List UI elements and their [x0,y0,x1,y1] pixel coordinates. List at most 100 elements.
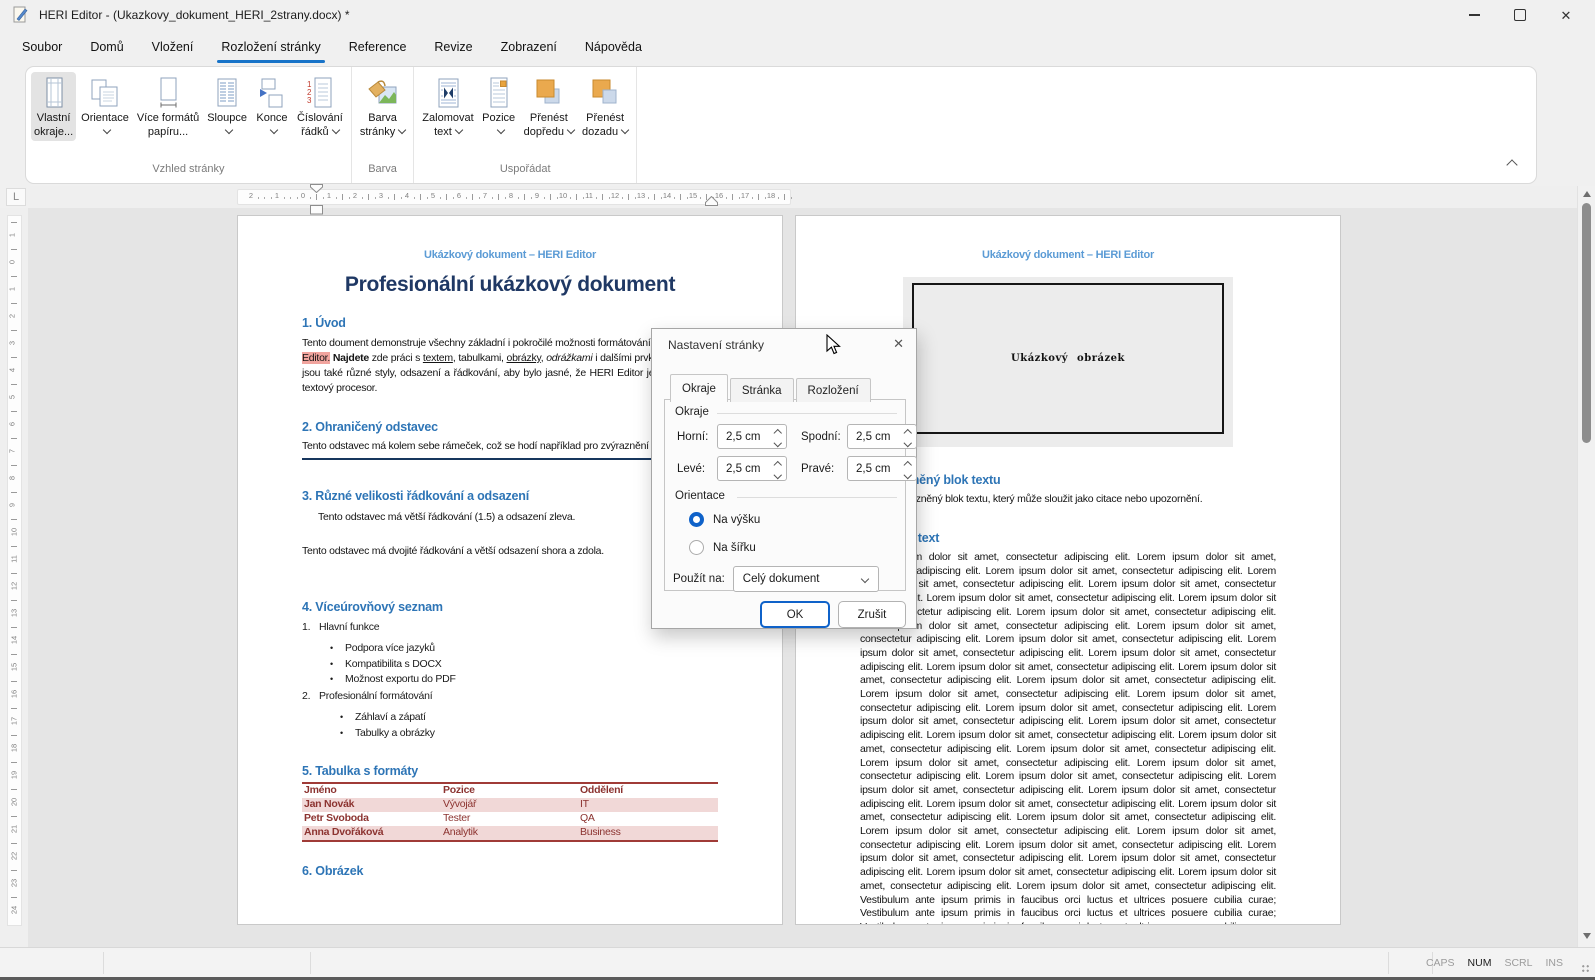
close-button[interactable]: ✕ [1543,0,1589,30]
scrollbar-thumb[interactable] [1582,203,1591,443]
ruler-tick: 19 [10,771,19,779]
menu-tab-rozlozeni-stranky[interactable]: Rozložení stránky [207,30,334,63]
spinner-up-icon[interactable] [773,461,781,469]
table-cell: QA [578,812,718,826]
table-cell: Anna Dvořáková [302,826,441,841]
bullet-list-item: •Možnost exportu do PDF [302,674,718,685]
dialog-tab-rozlozeni[interactable]: Rozložení [796,378,871,402]
ruler-tick [570,197,571,199]
chevron-down-icon [455,125,463,133]
vertical-ruler[interactable]: 1012345678910111213141516171819202122232… [0,208,28,947]
spinner-down-icon[interactable] [903,470,911,478]
table-row: Anna DvořákováAnalytikBusiness [302,826,718,841]
ruler-tick [414,197,415,199]
left-indent-marker[interactable] [310,205,323,215]
ribbon-button-prenest-dopredu[interactable]: Přenéstdopředu [521,72,577,141]
ruler-tick: 12 [10,582,19,590]
maximize-button[interactable] [1497,0,1543,30]
table-row: Jan NovákVývojářIT [302,798,718,812]
horizontal-ruler[interactable]: 210123456789101112131415161718 [30,186,1577,208]
tab-stop-selector[interactable]: L [6,188,26,206]
menu-tab-domu[interactable]: Domů [76,30,137,63]
scroll-up-icon[interactable] [1583,191,1591,197]
menu-tab-vlozeni[interactable]: Vložení [138,30,208,63]
ruler-tick: 24 [10,906,19,914]
text-run: Tento doument demonstruje všechny základ… [302,337,694,349]
menu-tab-reference[interactable]: Reference [335,30,421,63]
page-header: Ukázkový dokument – HERI Editor [860,249,1276,261]
ribbon-button-vice-formatu-papiru[interactable]: Více formátůpapíru... [134,72,202,141]
spinner-up-icon[interactable] [903,429,911,437]
image-placeholder[interactable]: Ukázkový obrázek [903,277,1233,447]
apply-to-row: Použít na: Celý dokument [673,566,879,592]
bullet-list-item: •Tabulky a obrázky [302,728,718,739]
spinner-down-icon[interactable] [773,470,781,478]
scroll-down-icon[interactable] [1583,933,1591,939]
apply-to-select[interactable]: Celý dokument [733,566,879,592]
menu-tab-zobrazeni[interactable]: Zobrazení [487,30,571,63]
ruler-tick: 20 [10,798,19,806]
menu-tab-soubor[interactable]: Soubor [8,30,76,63]
ribbon-button-prenest-dozadu[interactable]: Přenéstdozadu [579,72,631,141]
ribbon-button-barva-stranky[interactable]: Barvastránky [357,72,408,141]
margin-input-spodni[interactable]: 2,5 cm [847,424,917,449]
ruler-tick [739,197,740,199]
ribbon-button-vlastni-okraje[interactable]: Vlastníokraje... [31,72,76,141]
ruler-tick: 4 [405,191,409,200]
margin-input-prave[interactable]: 2,5 cm [847,456,917,481]
window-title: HERI Editor - (Ukazkovy_dokument_HERI_2s… [39,8,350,22]
ruler-tick: 8 [8,476,17,480]
ruler-tick [544,197,545,199]
radio-na-vysku[interactable]: Na výšku [689,512,760,527]
spinner-up-icon[interactable] [773,429,781,437]
ribbon-button-konce[interactable]: Konce [252,72,292,141]
ribbon-button-zalomovat-text[interactable]: Zalomovattext [419,72,476,141]
spinner-icons [775,462,781,477]
ribbon-group-label: Barva [352,159,413,183]
heading-zvyrazneny-blok: 7. Zvýrazněný blok textu [860,473,1276,487]
ruler-tick: 5 [8,395,17,399]
resize-grip[interactable] [1581,964,1590,973]
ruler-tick [11,681,17,682]
ribbon-button-cislovani-radku[interactable]: 123Číslovánířádků [294,72,346,141]
page-setup-dialog[interactable]: Nastavení stránky ✕ OkrajeStránkaRozlože… [651,328,917,629]
wrap-text-icon [431,76,465,110]
ruler-tick [466,197,467,199]
ruler-tick: 15 [10,663,19,671]
ribbon-group-label: Uspořádat [414,159,636,183]
chevron-down-icon [567,125,575,133]
dialog-tab-okraje[interactable]: Okraje [670,374,728,402]
spinner-up-icon[interactable] [903,461,911,469]
margin-input-horni[interactable]: 2,5 cm [717,424,787,449]
margin-input-leve[interactable]: 2,5 cm [717,456,787,481]
ruler-tick [505,197,506,199]
ruler-tick: 13 [637,191,645,200]
ruler-tick [11,357,17,358]
radio-na-sirku[interactable]: Na šířku [689,540,756,555]
title-bar: HERI Editor - (Ukazkovy_dokument_HERI_2s… [0,0,1595,30]
chevron-down-icon [621,125,629,133]
dialog-close-icon[interactable]: ✕ [893,336,904,352]
first-line-indent-marker[interactable] [310,184,323,193]
table-cell: Vývojář [441,798,578,812]
menu-tab-napoveda[interactable]: Nápověda [571,30,656,63]
status-indicator-caps: CAPS [1426,957,1455,969]
dialog-tab-stranka[interactable]: Stránka [730,378,794,402]
cancel-button[interactable]: Zrušit [838,601,906,628]
spinner-down-icon[interactable] [903,438,911,446]
right-indent-marker[interactable] [705,196,718,206]
menu-tab-revize[interactable]: Revize [420,30,486,63]
ok-button[interactable]: OK [760,601,830,628]
vertical-scrollbar[interactable] [1577,186,1595,947]
ruler-tick [11,654,17,655]
table-header-row: JménoPoziceOddělení [302,783,718,798]
ruler-tick [583,197,584,199]
table-cell: Business [578,826,718,841]
ruler-tick [609,197,610,199]
image-caption: Ukázkový obrázek [1011,353,1125,364]
ribbon-button-orientace[interactable]: Orientace [78,72,132,141]
ribbon-button-pozice[interactable]: Pozice [479,72,519,141]
ribbon-button-sloupce[interactable]: Sloupce [204,72,250,141]
spinner-down-icon[interactable] [773,438,781,446]
minimize-button[interactable] [1451,0,1497,30]
